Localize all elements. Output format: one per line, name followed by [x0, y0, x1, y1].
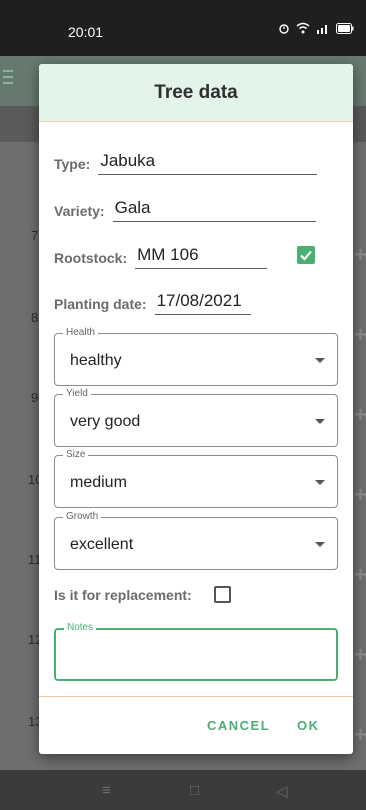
chevron-down-icon — [315, 419, 325, 424]
rootstock-checkbox[interactable] — [297, 246, 315, 264]
plus-icon: + — [354, 722, 366, 747]
plus-icon: + — [354, 482, 366, 507]
type-field: Type: Jabuka — [54, 151, 318, 175]
plus-icon: + — [354, 402, 366, 427]
plus-icon: + — [354, 642, 366, 667]
plus-icon: + — [354, 242, 366, 267]
wifi-icon — [296, 22, 310, 34]
notes-legend: Notes — [64, 622, 97, 633]
type-input[interactable]: Jabuka — [98, 151, 318, 175]
battery-icon — [336, 22, 354, 34]
menu-icon[interactable] — [3, 70, 13, 88]
row-number: 8 — [31, 310, 39, 325]
health-legend: Health — [63, 327, 98, 338]
size-legend: Size — [63, 449, 89, 460]
status-time: 20:01 — [68, 24, 104, 40]
yield-value: very good — [70, 413, 141, 430]
replacement-checkbox[interactable] — [214, 586, 231, 603]
rootstock-input[interactable]: MM 106 — [135, 245, 268, 269]
back-icon[interactable]: ◁ — [276, 782, 288, 800]
dialog-divider — [39, 696, 353, 697]
tree-data-dialog: Tree data Type: Jabuka Variety: Gala Roo… — [39, 64, 353, 754]
growth-value: excellent — [70, 536, 134, 553]
row-number: 7 — [31, 228, 39, 243]
yield-legend: Yield — [63, 388, 91, 399]
type-label: Type: — [54, 156, 91, 172]
dialog-header: Tree data — [39, 64, 353, 122]
notes-field[interactable]: Notes — [54, 622, 338, 681]
alarm-icon — [279, 24, 289, 34]
health-dropdown[interactable]: Health healthy — [54, 327, 338, 386]
signal-icon — [317, 25, 327, 34]
growth-dropdown[interactable]: Growth excellent — [54, 511, 338, 570]
menu-icon[interactable]: ≡ — [102, 782, 111, 799]
plus-icon: + — [354, 322, 366, 347]
planting-date-field: Planting date: 17/08/2021 — [54, 291, 251, 315]
check-icon — [300, 250, 312, 261]
dialog-title: Tree data — [154, 81, 238, 103]
size-value: medium — [70, 474, 127, 491]
chevron-down-icon — [315, 542, 325, 547]
size-dropdown[interactable]: Size medium — [54, 449, 338, 508]
row-number: 9 — [31, 390, 39, 405]
replacement-label: Is it for replacement: — [54, 587, 192, 603]
home-icon[interactable]: □ — [190, 782, 199, 799]
variety-input[interactable]: Gala — [112, 198, 316, 222]
chevron-down-icon — [315, 480, 325, 485]
planting-date-input[interactable]: 17/08/2021 — [154, 291, 251, 315]
plus-icon: + — [354, 562, 366, 587]
rootstock-field: Rootstock: MM 106 — [54, 245, 268, 269]
rootstock-label: Rootstock: — [54, 250, 128, 266]
chevron-down-icon — [315, 358, 325, 363]
cancel-button[interactable]: CANCEL — [207, 718, 270, 733]
health-value: healthy — [70, 352, 122, 369]
status-icons — [278, 22, 354, 34]
yield-dropdown[interactable]: Yield very good — [54, 388, 338, 447]
planting-date-label: Planting date: — [54, 296, 147, 312]
status-bar: 20:01 — [0, 0, 366, 56]
variety-field: Variety: Gala — [54, 198, 316, 222]
growth-legend: Growth — [63, 511, 102, 522]
variety-label: Variety: — [54, 203, 105, 219]
ok-button[interactable]: OK — [297, 718, 320, 733]
navigation-bar: ≡ □ ◁ — [0, 770, 366, 810]
